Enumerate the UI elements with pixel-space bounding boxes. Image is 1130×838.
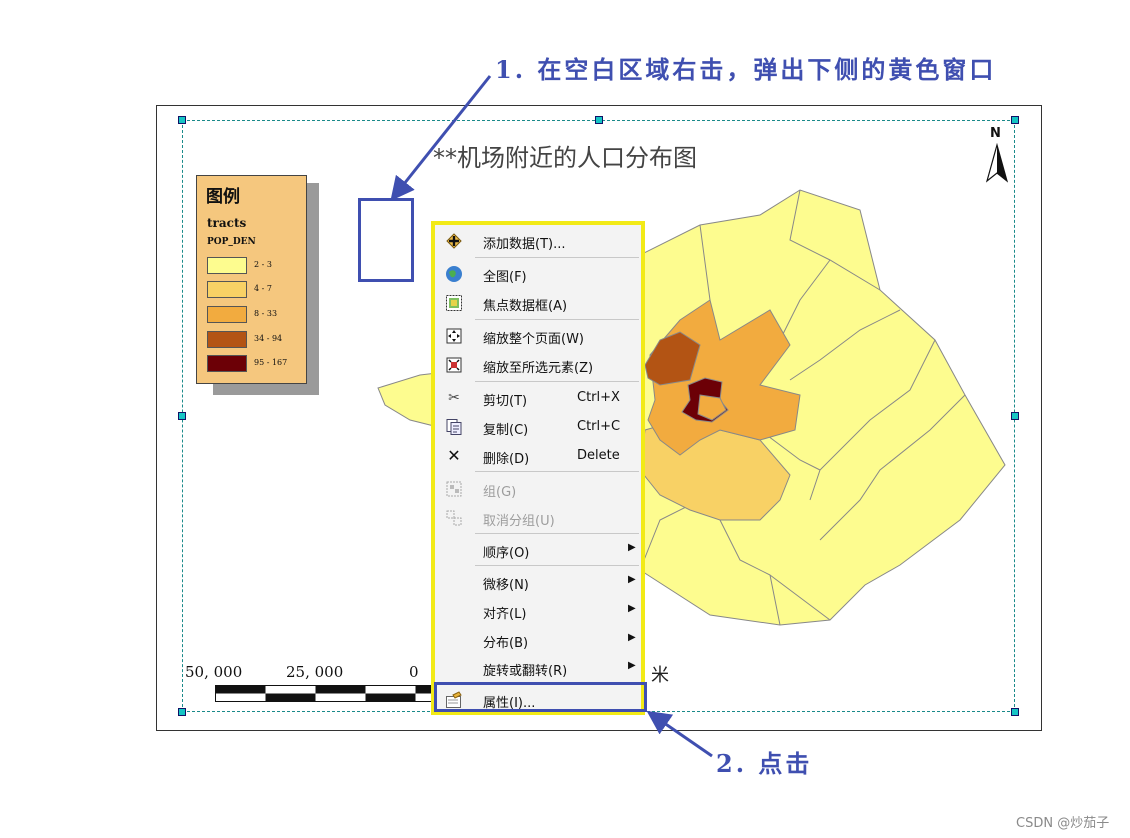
submenu-arrow-icon: ▶ bbox=[628, 632, 636, 643]
menu-item-focus-frame[interactable]: 焦点数据框(A) bbox=[435, 289, 641, 317]
globe-icon bbox=[445, 265, 463, 283]
menu-item-cut[interactable]: ✂ 剪切(T) Ctrl+X bbox=[435, 384, 641, 412]
menu-item-full-extent[interactable]: 全图(F) bbox=[435, 260, 641, 288]
menu-separator bbox=[475, 381, 639, 382]
arrow-step2 bbox=[646, 710, 713, 758]
menu-item-zoom-page[interactable]: 缩放整个页面(W) bbox=[435, 322, 641, 350]
menu-item-delete[interactable]: ✕ 删除(D) Delete bbox=[435, 442, 641, 470]
menu-item-shortcut: Delete bbox=[577, 448, 620, 463]
menu-item-label: 剪切(T) bbox=[483, 394, 528, 409]
focus-frame-icon bbox=[445, 294, 463, 312]
zoom-page-icon bbox=[445, 327, 463, 345]
menu-item-label: 添加数据(T)... bbox=[483, 237, 566, 252]
menu-item-label: 删除(D) bbox=[483, 452, 530, 467]
arrow-step1 bbox=[390, 75, 492, 202]
menu-item-group: 组(G) bbox=[435, 475, 641, 503]
menu-item-nudge[interactable]: 微移(N) ▶ bbox=[435, 568, 641, 596]
menu-item-shortcut: Ctrl+C bbox=[577, 419, 621, 434]
menu-item-order[interactable]: 顺序(O) ▶ bbox=[435, 536, 641, 564]
menu-item-label: 旋转或翻转(R) bbox=[483, 664, 568, 679]
menu-item-label: 全图(F) bbox=[483, 270, 527, 285]
menu-item-rotate-flip[interactable]: 旋转或翻转(R) ▶ bbox=[435, 654, 641, 682]
menu-separator bbox=[475, 319, 639, 320]
add-data-icon bbox=[445, 232, 463, 250]
menu-item-label: 缩放至所选元素(Z) bbox=[483, 361, 594, 376]
menu-item-label: 顺序(O) bbox=[483, 546, 530, 561]
submenu-arrow-icon: ▶ bbox=[628, 542, 636, 553]
menu-item-label: 组(G) bbox=[483, 485, 517, 500]
menu-item-ungroup: 取消分组(U) bbox=[435, 504, 641, 532]
menu-item-shortcut: Ctrl+X bbox=[577, 390, 620, 405]
watermark: CSDN @炒茄子 bbox=[1016, 816, 1110, 831]
submenu-arrow-icon: ▶ bbox=[628, 603, 636, 614]
menu-separator bbox=[475, 471, 639, 472]
menu-separator bbox=[475, 533, 639, 534]
menu-separator bbox=[475, 257, 639, 258]
scale-unit-label: 米 bbox=[651, 665, 669, 686]
properties-highlight bbox=[434, 682, 647, 712]
scale-bar[interactable] bbox=[215, 685, 435, 703]
menu-item-distribute[interactable]: 分布(B) ▶ bbox=[435, 626, 641, 654]
menu-item-label: 分布(B) bbox=[483, 636, 529, 651]
menu-separator bbox=[475, 565, 639, 566]
menu-item-label: 焦点数据框(A) bbox=[483, 299, 568, 314]
ungroup-icon bbox=[445, 509, 463, 527]
zoom-selected-icon bbox=[445, 356, 463, 374]
delete-icon: ✕ bbox=[447, 446, 461, 465]
submenu-arrow-icon: ▶ bbox=[628, 574, 636, 585]
submenu-arrow-icon: ▶ bbox=[628, 660, 636, 671]
menu-item-add-data[interactable]: 添加数据(T)... bbox=[435, 227, 641, 255]
menu-item-label: 取消分组(U) bbox=[483, 514, 555, 529]
group-icon bbox=[445, 480, 463, 498]
scissors-icon: ✂ bbox=[448, 390, 460, 406]
menu-item-label: 复制(C) bbox=[483, 423, 529, 438]
menu-item-label: 微移(N) bbox=[483, 578, 529, 593]
menu-item-label: 对齐(L) bbox=[483, 607, 527, 622]
menu-item-zoom-selected[interactable]: 缩放至所选元素(Z) bbox=[435, 351, 641, 379]
context-menu[interactable]: 添加数据(T)... 全图(F) 焦点数据框(A) 缩放整个页面(W) 缩放至所… bbox=[431, 221, 645, 715]
menu-item-copy[interactable]: 复制(C) Ctrl+C bbox=[435, 413, 641, 441]
scale-label: 25, 000 bbox=[286, 663, 344, 681]
copy-icon bbox=[445, 418, 463, 436]
scale-label: 50, 000 bbox=[185, 663, 243, 681]
scale-label: 0 bbox=[409, 663, 419, 681]
menu-item-label: 缩放整个页面(W) bbox=[483, 332, 584, 347]
menu-item-align[interactable]: 对齐(L) ▶ bbox=[435, 597, 641, 625]
